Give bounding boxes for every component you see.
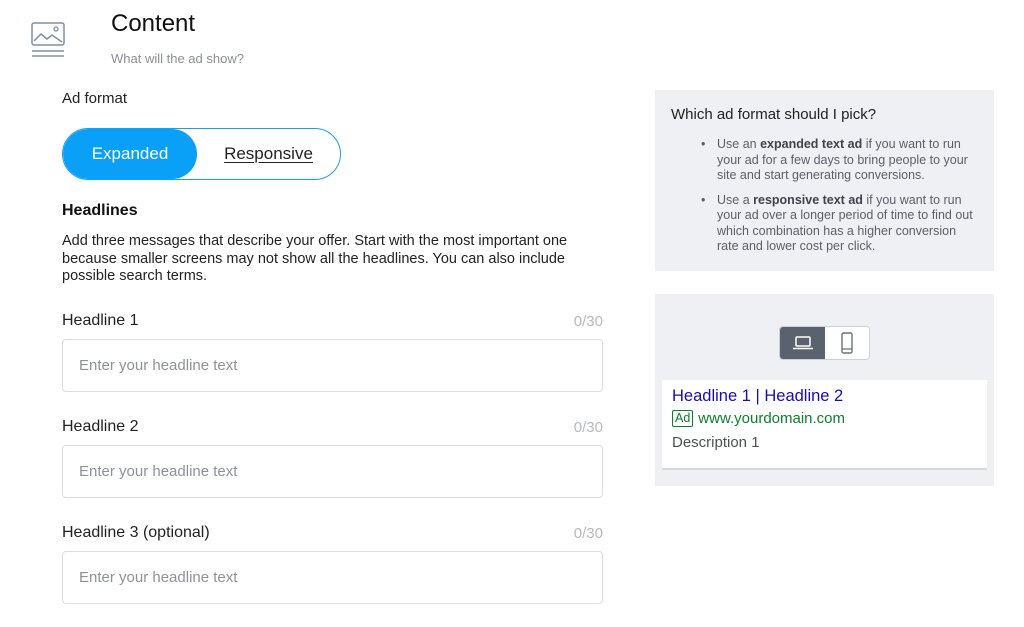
help-list: Use an expanded text ad if you want to r… [671,137,978,255]
ad-badge: Ad [672,410,694,427]
headline-1-input[interactable] [62,339,603,392]
responsive-option[interactable]: Responsive [197,129,340,179]
ad-format-help-panel: Which ad format should I pick? Use an ex… [655,90,994,271]
help-item-text: Use a [717,192,754,207]
headline-2-counter: 0/30 [573,419,603,436]
ad-preview-url-row: Ad www.yourdomain.com [672,410,977,427]
headline-3-input[interactable] [62,551,603,604]
image-icon [30,20,66,60]
mobile-icon[interactable] [825,327,869,359]
help-title: Which ad format should I pick? [671,106,877,123]
ad-preview-url: www.yourdomain.com [698,410,846,427]
expanded-option[interactable]: Expanded [63,129,197,179]
ad-format-toggle: Expanded Responsive [62,128,341,180]
help-item-emphasis: responsive text ad [753,192,863,207]
headline-3-label: Headline 3 (optional) [62,524,210,541]
help-item-responsive: Use a responsive text ad if you want to … [701,193,978,255]
headlines-description: Add three messages that describe your of… [62,233,568,284]
device-toggle [779,326,870,360]
section-title: Content [111,10,196,37]
help-item-text: Use an [717,137,761,151]
headline-2-label: Headline 2 [62,418,139,435]
ad-preview-card: Headline 1 | Headline 2 Ad www.yourdomai… [662,380,987,470]
headline-3-counter: 0/30 [573,525,603,542]
ad-preview-panel: Headline 1 | Headline 2 Ad www.yourdomai… [655,294,994,486]
headline-1-label: Headline 1 [62,312,139,329]
ad-format-label: Ad format [62,90,128,107]
headlines-heading: Headlines [62,202,138,219]
ad-preview-description: Description 1 [672,434,760,451]
laptop-icon[interactable] [780,327,825,359]
help-item-expanded: Use an expanded text ad if you want to r… [701,137,978,184]
help-item-emphasis: expanded text ad [760,137,863,151]
headline-1-counter: 0/30 [573,313,603,330]
headline-2-input[interactable] [62,445,603,498]
ad-preview-headline: Headline 1 | Headline 2 [672,387,844,405]
section-subtitle: What will the ad show? [111,51,244,66]
